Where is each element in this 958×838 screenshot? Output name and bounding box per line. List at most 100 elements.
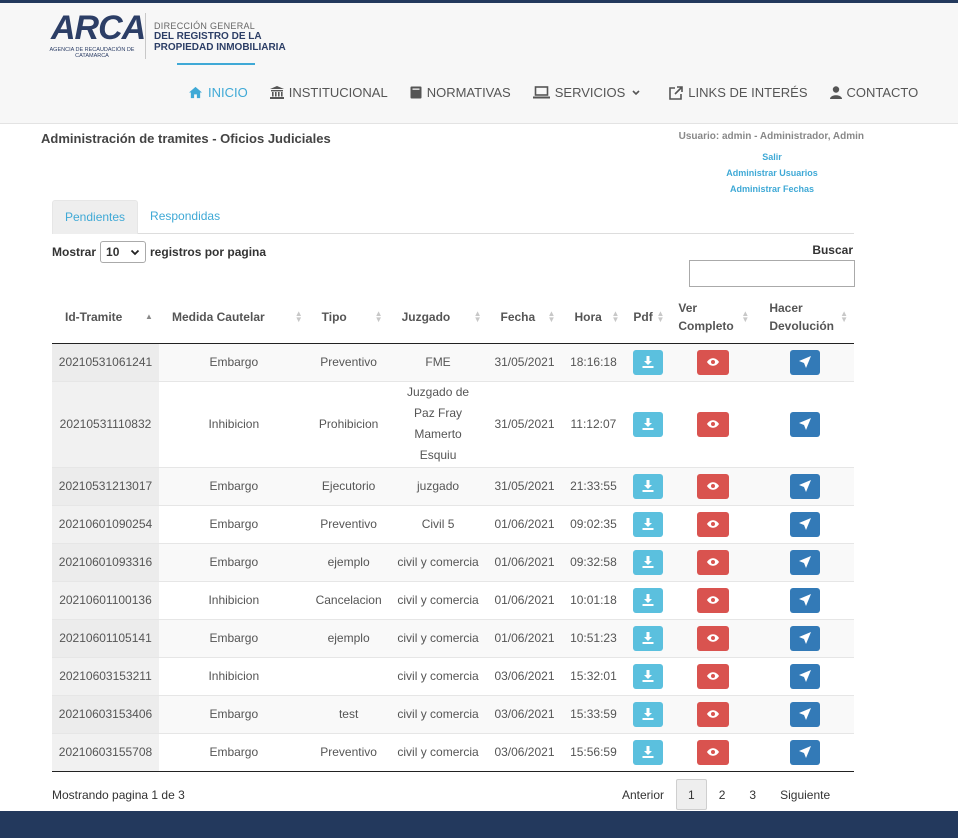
cell-tipo: Cancelacion bbox=[308, 580, 389, 619]
cell-tipo: Preventivo bbox=[308, 504, 389, 543]
send-icon bbox=[798, 708, 811, 720]
pdf-button[interactable] bbox=[632, 701, 663, 727]
cell-hora: 15:33:59 bbox=[561, 694, 626, 733]
cell-id-tramite: 20210531213017 bbox=[52, 466, 159, 505]
col-tipo[interactable]: Tipo ▲ ▼ bbox=[308, 292, 389, 344]
col-hacer-devolucion[interactable]: Hacer Devolución ▲ ▼ bbox=[755, 292, 854, 344]
cell-hora: 10:51:23 bbox=[561, 618, 626, 657]
cell-id-tramite: 20210603155708 bbox=[52, 732, 159, 772]
nav-label: CONTACTO bbox=[846, 85, 919, 100]
hacer-devolucion-button[interactable] bbox=[789, 511, 820, 537]
col-hora[interactable]: Hora ▲ ▼ bbox=[561, 292, 626, 344]
nav-item-links[interactable]: LINKS DE INTERÉS bbox=[669, 85, 808, 100]
ver-completo-button[interactable] bbox=[696, 663, 729, 689]
page-length-select[interactable]: 10 bbox=[100, 241, 147, 263]
pagination-page-1[interactable]: 1 bbox=[676, 779, 707, 810]
ver-completo-button[interactable] bbox=[696, 349, 729, 375]
hacer-devolucion-button[interactable] bbox=[789, 625, 820, 651]
hacer-devolucion-button-cell bbox=[755, 342, 854, 381]
pdf-button[interactable] bbox=[632, 663, 663, 689]
pagination-prev[interactable]: Anterior bbox=[610, 779, 676, 810]
logo-line-2a: DEL REGISTRO DE LA bbox=[154, 31, 262, 42]
cell-juzgado: civil y comercia bbox=[388, 618, 488, 657]
hacer-devolucion-button[interactable] bbox=[789, 549, 820, 575]
tab-bar: Pendientes Respondidas bbox=[52, 200, 854, 234]
ver-completo-button[interactable] bbox=[696, 473, 729, 499]
ver-completo-button-cell bbox=[670, 466, 756, 505]
col-fecha[interactable]: Fecha ▲ ▼ bbox=[487, 292, 562, 344]
pdf-button-cell bbox=[625, 466, 671, 505]
hacer-devolucion-button[interactable] bbox=[789, 587, 820, 613]
hacer-devolucion-button[interactable] bbox=[789, 701, 820, 727]
home-icon bbox=[189, 86, 202, 99]
pagination-next[interactable]: Siguiente bbox=[768, 779, 842, 810]
hacer-devolucion-button[interactable] bbox=[789, 349, 820, 375]
cell-medida: Inhibicion bbox=[158, 580, 309, 619]
eye-icon bbox=[706, 358, 719, 366]
send-icon bbox=[798, 518, 811, 530]
table-row: 20210601100136 Inhibicion Cancelacion civil… bbox=[52, 580, 854, 619]
cell-hora: 15:32:01 bbox=[561, 656, 626, 695]
site-logo[interactable]: ARCA AGENCIA DE RECAUDACIÓN DE CATAMARCA… bbox=[47, 9, 307, 65]
nav-item-contacto[interactable]: CONTACTO bbox=[829, 85, 919, 100]
pdf-button[interactable] bbox=[632, 511, 663, 537]
col-juzgado[interactable]: Juzgado ▲ ▼ bbox=[388, 292, 488, 344]
pdf-button[interactable] bbox=[632, 473, 663, 499]
cell-tipo: Preventivo bbox=[308, 732, 389, 772]
nav-item-servicios[interactable]: SERVICIOS bbox=[532, 85, 648, 100]
ver-completo-button[interactable] bbox=[696, 701, 729, 727]
site-header: ARCA AGENCIA DE RECAUDACIÓN DE CATAMARCA… bbox=[0, 3, 958, 124]
nav-label: NORMATIVAS bbox=[426, 85, 511, 100]
nav-item-institucional[interactable]: INSTITUCIONAL bbox=[269, 85, 388, 100]
pdf-button[interactable] bbox=[632, 349, 663, 375]
cell-medida: Embargo bbox=[158, 542, 309, 581]
col-ver-completo[interactable]: Ver Completo ▲ ▼ bbox=[670, 292, 756, 344]
tab-respondidas[interactable]: Respondidas bbox=[138, 200, 232, 234]
ver-completo-button[interactable] bbox=[696, 739, 729, 765]
table-row: 20210601093316 Embargo ejemplo civil y come… bbox=[52, 542, 854, 581]
cell-juzgado: civil y comercia bbox=[388, 542, 488, 581]
ver-completo-button[interactable] bbox=[696, 411, 729, 437]
cell-fecha: 31/05/2021 bbox=[487, 342, 562, 381]
logo-line-2: DEL REGISTRO DE LA PROPIEDAD INMOBILIARI… bbox=[154, 31, 286, 53]
pdf-button[interactable] bbox=[632, 587, 663, 613]
hacer-devolucion-button[interactable] bbox=[789, 473, 820, 499]
pdf-button[interactable] bbox=[632, 411, 663, 437]
cell-id-tramite: 20210601100136 bbox=[52, 580, 159, 619]
manage-users-link[interactable]: Administrar Usuarios bbox=[720, 168, 824, 178]
cell-tipo bbox=[308, 656, 389, 695]
ver-completo-button-cell bbox=[670, 542, 756, 581]
col-pdf[interactable]: Pdf ▲ ▼ bbox=[625, 292, 671, 344]
cell-tipo: Preventivo bbox=[308, 342, 389, 381]
pdf-button[interactable] bbox=[632, 549, 663, 575]
ver-completo-button[interactable] bbox=[696, 625, 729, 651]
col-medida-cautelar[interactable]: Medida Cautelar ▲ ▼ bbox=[158, 292, 309, 344]
ver-completo-button-cell bbox=[670, 380, 756, 467]
hacer-devolucion-button[interactable] bbox=[789, 663, 820, 689]
pagination-page-3[interactable]: 3 bbox=[737, 779, 768, 810]
ver-completo-button[interactable] bbox=[696, 587, 729, 613]
col-label: Medida Cautelar bbox=[171, 310, 265, 325]
cell-fecha: 31/05/2021 bbox=[487, 466, 562, 505]
pagination-page-2[interactable]: 2 bbox=[707, 779, 738, 810]
cell-medida: Embargo bbox=[158, 504, 309, 543]
length-prefix: Mostrar bbox=[52, 245, 97, 259]
manage-dates-link[interactable]: Administrar Fechas bbox=[720, 184, 824, 194]
pdf-button[interactable] bbox=[632, 739, 663, 765]
length-suffix: registros por pagina bbox=[150, 245, 267, 259]
nav-item-normativas[interactable]: NORMATIVAS bbox=[410, 85, 511, 100]
download-icon bbox=[642, 556, 654, 568]
nav-item-inicio[interactable]: INICIO bbox=[188, 85, 248, 100]
pdf-button-cell bbox=[625, 504, 671, 543]
hacer-devolucion-button-cell bbox=[755, 732, 854, 772]
col-id-tramite[interactable]: Id-Tramite ▲ bbox=[52, 292, 159, 344]
pdf-button[interactable] bbox=[632, 625, 663, 651]
ver-completo-button[interactable] bbox=[696, 511, 729, 537]
tab-pendientes[interactable]: Pendientes bbox=[52, 200, 139, 234]
logout-link[interactable]: Salir bbox=[720, 152, 824, 162]
cell-fecha: 01/06/2021 bbox=[487, 580, 562, 619]
ver-completo-button[interactable] bbox=[696, 549, 729, 575]
search-input[interactable] bbox=[689, 260, 855, 287]
hacer-devolucion-button[interactable] bbox=[789, 411, 820, 437]
hacer-devolucion-button[interactable] bbox=[789, 739, 820, 765]
